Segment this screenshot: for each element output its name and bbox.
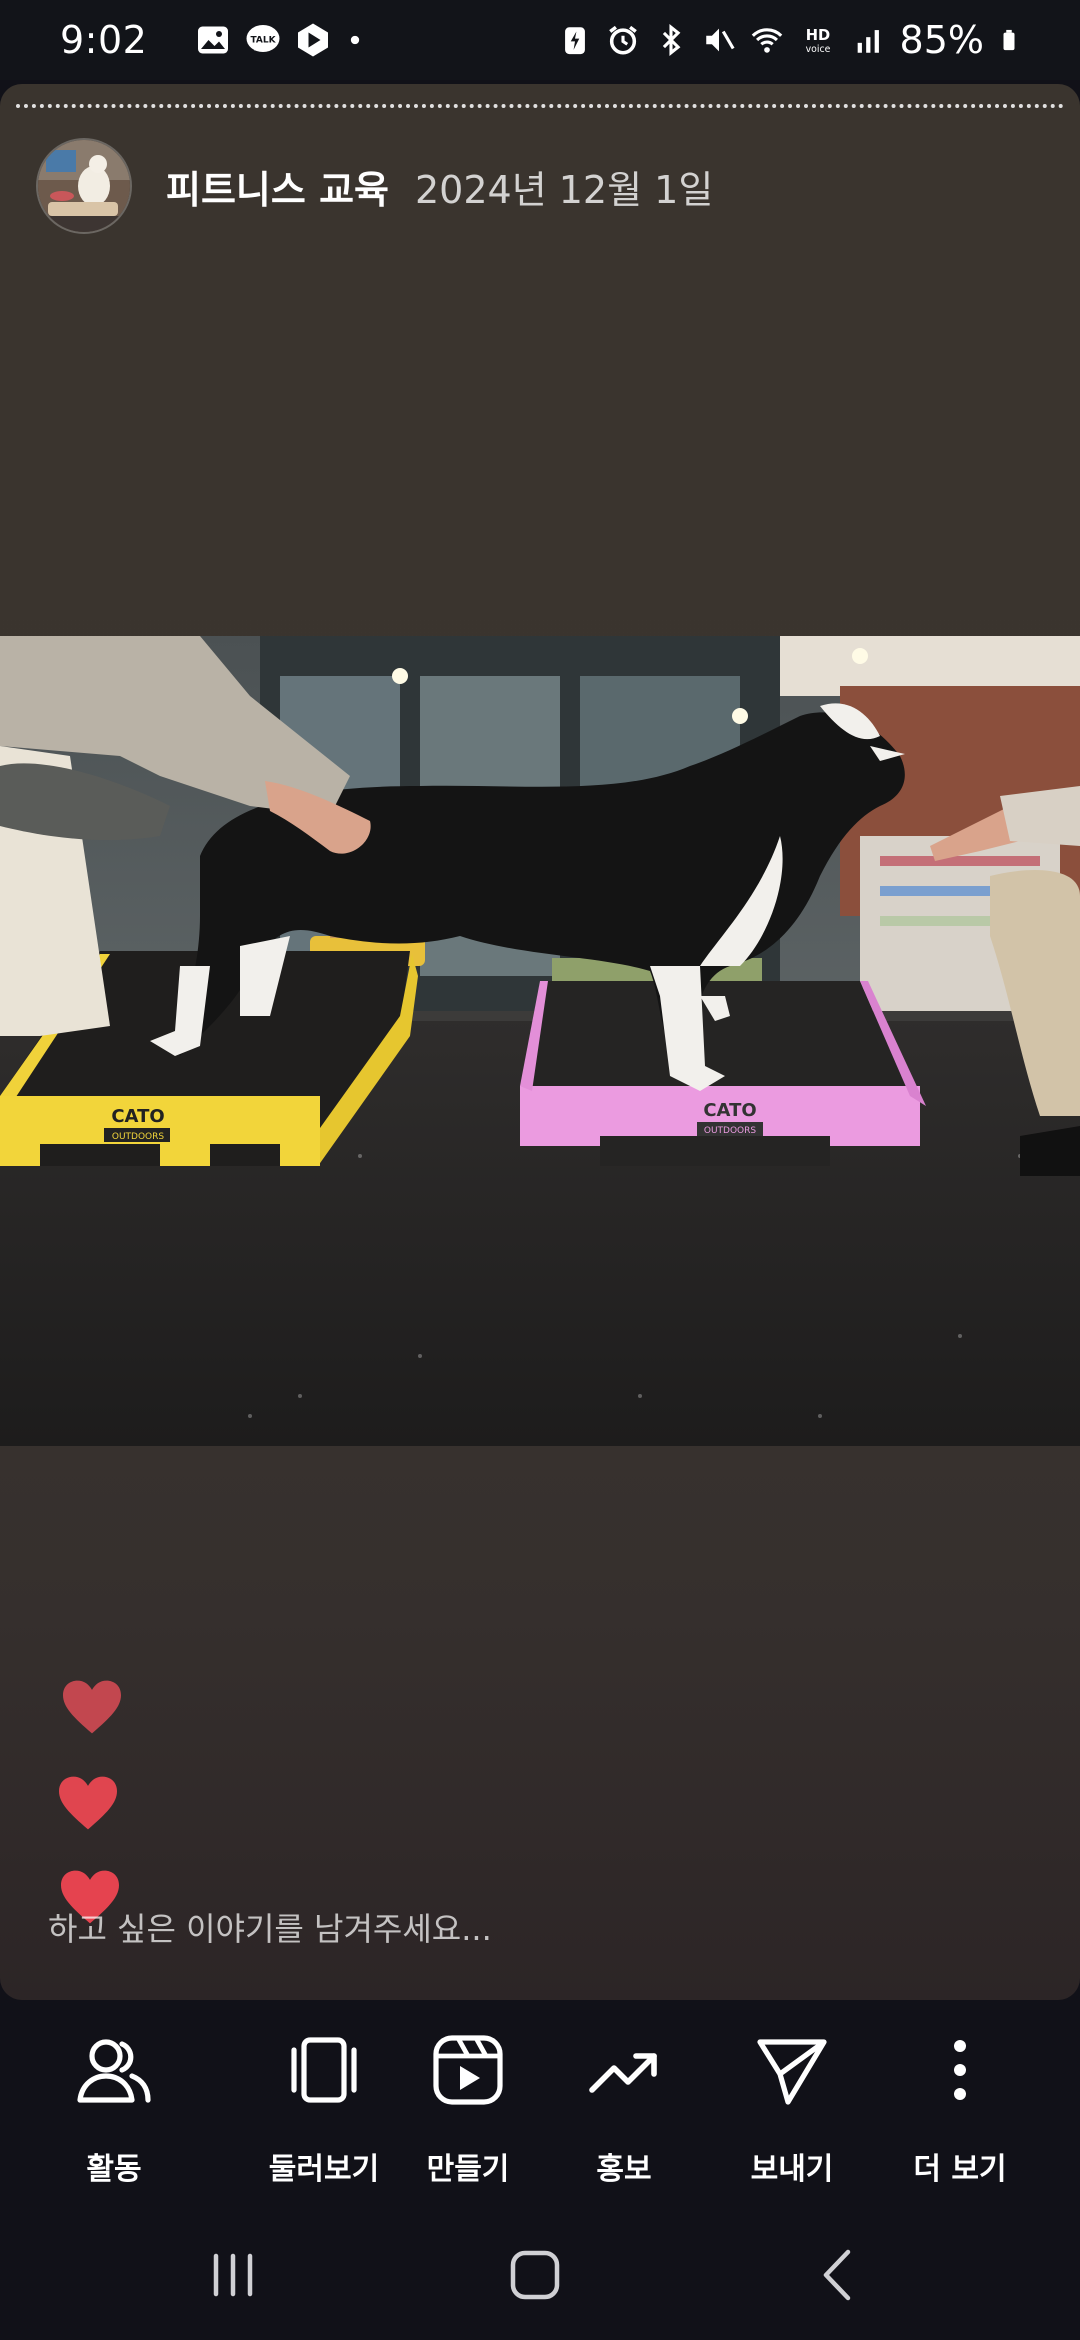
send-icon (757, 2039, 827, 2105)
alarm-icon (608, 25, 637, 55)
promote-button[interactable]: 홍보 (544, 2030, 704, 2188)
story-author[interactable]: 피트니스 교육 (166, 159, 389, 214)
app-icon (298, 23, 329, 57)
recents-icon[interactable] (198, 2240, 268, 2310)
story-progress-bar (16, 104, 1064, 108)
battery-saver-icon (564, 27, 585, 55)
people-icon (77, 2039, 151, 2103)
browse-button[interactable]: 둘러보기 (244, 2030, 404, 2188)
svg-text:CATO: CATO (703, 1100, 756, 1121)
more-icon (954, 2040, 966, 2100)
battery-text: 85% (899, 18, 984, 62)
dot-icon (351, 35, 360, 45)
status-time: 9:02 (60, 18, 148, 62)
comment-input[interactable]: 하고 싶은 이야기를 남겨주세요... (48, 1904, 492, 1950)
battery-icon (1003, 29, 1015, 51)
browse-label: 둘러보기 (268, 2152, 380, 2187)
send-button[interactable]: 보내기 (712, 2030, 872, 2188)
svg-text:OUTDOORS: OUTDOORS (704, 1126, 757, 1136)
more-button[interactable]: 더 보기 (880, 2030, 1040, 2188)
back-icon[interactable] (804, 2240, 874, 2310)
more-label: 더 보기 (913, 2152, 1007, 2187)
activity-label: 활동 (86, 2152, 142, 2187)
story-header: 피트니스 교육 2024년 12월 1일 (36, 138, 713, 234)
svg-text:CATO: CATO (111, 1106, 164, 1127)
story-date: 2024년 12월 1일 (415, 167, 714, 212)
send-label: 보내기 (750, 2152, 834, 2187)
bluetooth-icon (662, 24, 680, 56)
trending-icon (589, 2053, 657, 2093)
status-bar: 9:02 TALK HD voice 85% (0, 0, 1080, 80)
svg-text:TALK: TALK (251, 35, 277, 45)
create-icon (433, 2035, 503, 2105)
story-viewer[interactable]: 피트니스 교육 2024년 12월 1일 CATO OUTDOORS CATO … (0, 84, 1080, 2000)
story-photo: CATO OUTDOORS CATO OUTDOORS (0, 636, 1080, 1446)
wifi-icon (751, 28, 782, 53)
svg-text:OUTDOORS: OUTDOORS (112, 1132, 165, 1142)
mute-icon (705, 28, 735, 52)
create-button[interactable]: 만들기 (388, 2030, 548, 2188)
avatar[interactable] (36, 138, 132, 234)
gallery-icon (198, 26, 229, 54)
heart-icon (63, 1680, 121, 1734)
svg-text:HD: HD (805, 27, 829, 44)
story-action-bar: 활동 둘러보기 만들기 홍보 보내기 더 보기 (0, 2000, 1080, 2210)
promote-label: 홍보 (596, 2152, 652, 2187)
heart-icon (59, 1776, 117, 1830)
svg-text:voice: voice (805, 44, 830, 55)
hd-voice-icon: HDvoice (805, 27, 830, 55)
browse-icon (291, 2037, 357, 2103)
activity-button[interactable]: 활동 (34, 2030, 194, 2188)
create-label: 만들기 (426, 2152, 510, 2187)
home-icon[interactable] (500, 2240, 570, 2310)
system-nav-bar (0, 2210, 1080, 2340)
kakaotalk-icon: TALK (246, 25, 280, 52)
signal-icon (857, 30, 879, 53)
